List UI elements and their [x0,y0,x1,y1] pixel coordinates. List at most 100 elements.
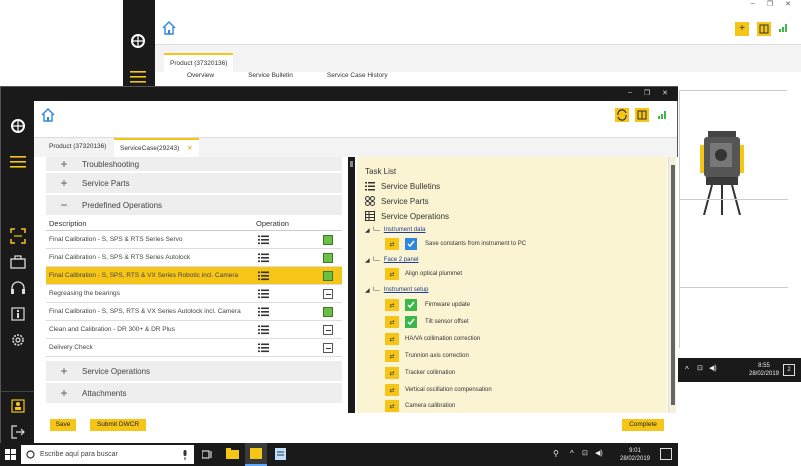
section-service-parts[interactable]: + Service Parts [46,173,342,195]
task-tracker-collimation[interactable]: ⇄ Tracker collimation [385,366,455,380]
task-align-plummet[interactable]: ⇄ Align optical plummet [385,267,462,281]
briefcase-icon[interactable] [9,253,27,271]
task-camera-calibration[interactable]: ⇄ Camera calibration [385,400,455,412]
tray-arrow-icon[interactable]: ^ [685,365,689,374]
left-pane-scrollbar[interactable] [348,157,355,413]
save-button[interactable]: Save [50,419,76,431]
task-firmware-update[interactable]: ⇄ Firmware update [385,298,470,312]
maximize-icon[interactable]: ❐ [644,89,650,97]
maximize-icon[interactable]: ❐ [767,0,773,8]
subtab-service-bulletin[interactable]: Service Bulletin [248,72,293,79]
windows-start-icon[interactable] [5,449,16,460]
settings-gear-icon[interactable] [9,331,27,349]
checklist-icon[interactable] [258,235,269,245]
table-row[interactable]: Regreasing the bearings [46,285,342,303]
background-clock[interactable]: 8:55 28/02/2019 [747,362,781,378]
minimize-icon[interactable]: – [751,0,755,8]
taskbar-search-input[interactable]: Escribe aquí para buscar [21,445,194,464]
book-icon[interactable] [757,22,771,36]
table-row[interactable]: Final Calibration - S, SPS & RTS Series … [46,231,342,249]
task-save-constants[interactable]: ⇄ Save constants from instrument to PC [385,237,526,251]
people-icon[interactable]: ⚲ [553,449,559,458]
section-predefined-operations[interactable]: − Predefined Operations [46,195,342,217]
operation-status-checkbox[interactable] [323,306,333,317]
volume-icon[interactable]: ◀) [595,449,603,457]
checklist-icon[interactable] [258,271,269,281]
table-row[interactable]: Delivery Check [46,339,342,357]
operation-status-dash[interactable] [323,288,333,299]
task-tilt-sensor[interactable]: ⇄ Tilt sensor offset [385,315,469,329]
notepad-icon[interactable] [275,448,286,460]
operation-status-dash[interactable] [323,324,333,335]
close-tab-icon[interactable]: ✕ [187,145,192,152]
close-icon[interactable]: ✕ [785,0,791,8]
add-icon[interactable]: + [735,22,749,36]
task-view-icon[interactable] [202,449,213,460]
subtab-service-case-history[interactable]: Service Case History [327,72,388,79]
task-hzva-collimation[interactable]: ⇄ HA/VA collimation correction [385,332,480,346]
info-icon[interactable] [9,305,27,323]
group-instrument-setup[interactable]: ◢ └─ Instrument setup [365,285,429,295]
section-label: Troubleshooting [82,159,140,169]
task-status-check-icon[interactable] [405,238,417,250]
checklist-icon[interactable] [258,325,269,335]
checklist-icon[interactable] [258,343,269,353]
notification-icon[interactable]: 2 [783,364,795,376]
home-icon[interactable] [40,107,56,123]
close-icon[interactable]: ✕ [662,89,668,97]
link-service-operations[interactable]: Service Operations [365,209,449,223]
taskbar-clock[interactable]: 9:01 28/02/2019 [612,447,658,463]
logout-icon[interactable] [9,423,27,441]
submit-dwcr-button[interactable]: Submit DWCR [90,419,146,431]
subtab-overview[interactable]: Overview [187,72,214,79]
task-list-scrollbar[interactable] [668,157,676,413]
task-status-check-icon[interactable] [405,316,417,328]
task-vertical-oscillation[interactable]: ⇄ Vertical oscillation compensation [385,383,492,397]
tab-service-case[interactable]: ServiceCase(29243) ✕ [114,138,199,158]
section-service-operations[interactable]: + Service Operations [46,361,342,383]
parts-icon [365,196,375,206]
complete-button[interactable]: Complete [622,419,664,431]
table-row[interactable]: Clean and Calibration - DR 300+ & DR Plu… [46,321,342,339]
operation-status-checkbox[interactable] [323,270,333,281]
microphone-icon[interactable] [182,449,188,460]
task-status-check-icon[interactable] [405,299,417,311]
network-icon[interactable]: ⊡ [697,364,703,372]
task-type-icon: ⇄ [385,268,399,280]
checklist-icon[interactable] [258,307,269,317]
home-icon[interactable] [161,20,177,36]
operation-status-checkbox[interactable] [323,252,333,263]
sync-icon[interactable] [615,108,629,122]
volume-icon[interactable]: ◀) [709,364,717,372]
section-attachments[interactable]: + Attachments [46,383,342,405]
link-service-parts[interactable]: Service Parts [365,194,429,208]
book-icon[interactable] [635,108,649,122]
tab-product[interactable]: Product (37320136) [43,138,113,158]
checklist-icon[interactable] [258,253,269,263]
minimize-icon[interactable]: – [628,89,632,97]
table-row[interactable]: Final Calibration - S, SPS, RTS & VX Ser… [46,267,342,285]
section-troubleshooting[interactable]: + Troubleshooting [46,157,342,173]
file-explorer-icon[interactable] [226,448,239,459]
operation-status-dash[interactable] [323,342,333,353]
tab-product[interactable]: Product (37320136) [164,53,234,73]
operation-status-checkbox[interactable] [323,234,333,245]
task-trunnion-axis[interactable]: ⇄ Trunnion axis correction [385,349,469,363]
tray-arrow-icon[interactable]: ^ [570,449,574,458]
notification-icon[interactable] [660,448,672,460]
operation-description: Final Calibration - S, SPS & RTS Series … [49,254,191,261]
network-icon[interactable]: ⊡ [582,449,588,457]
table-row[interactable]: Final Calibration - S, SPS & RTS Series … [46,249,342,267]
group-face2-panel[interactable]: ◢ └─ Face 2 panel [365,255,419,265]
group-instrument-data[interactable]: ◢ └─ Instrument data [365,225,426,235]
hamburger-menu-icon[interactable] [129,68,147,86]
user-icon[interactable] [9,397,27,415]
hamburger-menu-icon[interactable] [9,153,27,171]
table-row[interactable]: Final Calibration - S, SPS, RTS & VX Ser… [46,303,342,321]
scan-icon[interactable] [9,227,27,245]
headset-icon[interactable] [9,279,27,297]
trimble-app-taskbar-icon[interactable] [245,443,267,466]
checklist-icon[interactable] [258,289,269,299]
task-list-pane: Task List Service Bulletins Service Part… [357,157,667,413]
link-service-bulletins[interactable]: Service Bulletins [365,179,440,193]
